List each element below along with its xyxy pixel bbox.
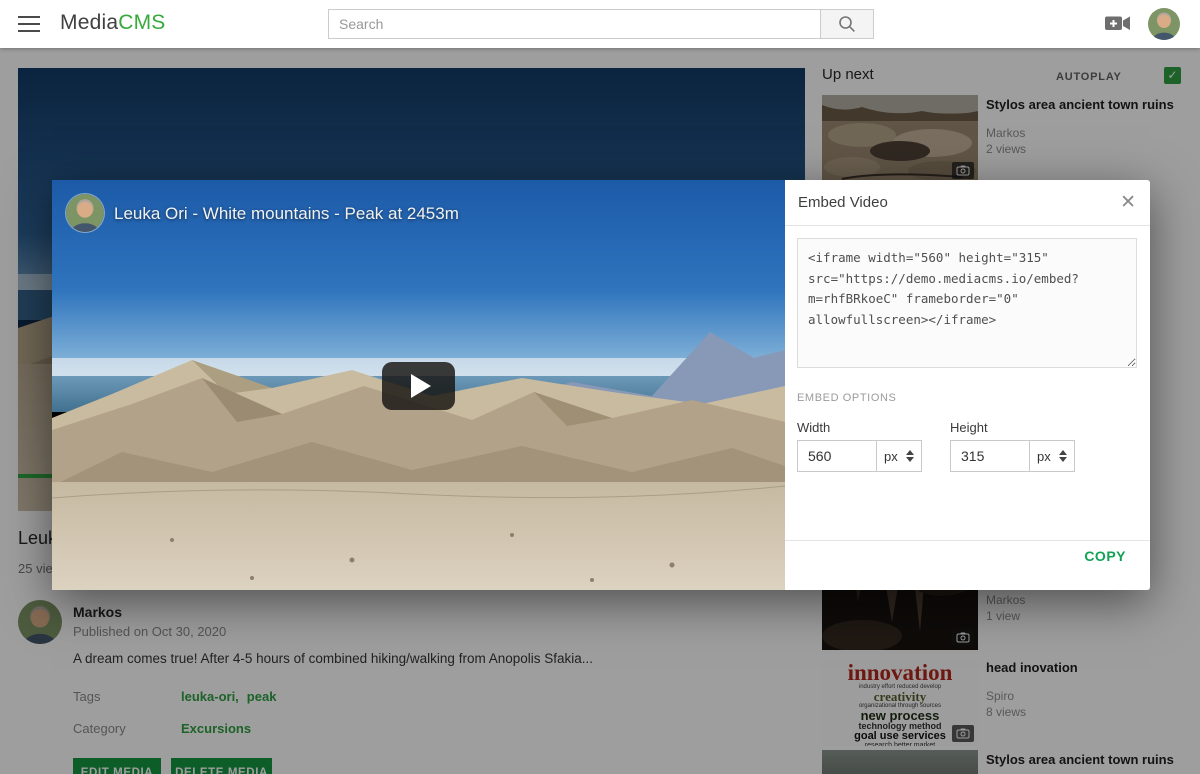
menu-icon[interactable] xyxy=(18,16,40,32)
divider xyxy=(785,225,1150,226)
height-label: Height xyxy=(950,420,988,435)
width-input[interactable] xyxy=(797,440,876,472)
video-camera-plus-icon xyxy=(1105,14,1131,33)
embed-dialog: Embed Video ✕ <iframe width="560" height… xyxy=(785,180,1150,590)
upload-media-button[interactable] xyxy=(1105,14,1131,33)
divider xyxy=(785,540,1150,541)
dialog-title: Embed Video xyxy=(798,194,888,211)
search-icon xyxy=(838,15,856,33)
height-input[interactable] xyxy=(950,440,1029,472)
user-avatar[interactable] xyxy=(1148,8,1180,40)
spinner-icon xyxy=(1059,450,1067,462)
embed-code-textarea[interactable]: <iframe width="560" height="315" src="ht… xyxy=(797,238,1137,368)
app-header: MediaCMS xyxy=(0,0,1200,48)
unit-label: px xyxy=(884,449,898,464)
copy-button[interactable]: COPY xyxy=(1084,548,1126,564)
close-icon[interactable]: ✕ xyxy=(1120,191,1136,214)
preview-video-title[interactable]: Leuka Ori - White mountains - Peak at 24… xyxy=(114,204,459,224)
page: Leuka Ori - White mountains - Peak at 24… xyxy=(0,0,1200,774)
search-input[interactable] xyxy=(328,9,820,39)
play-icon xyxy=(411,374,431,398)
search-button[interactable] xyxy=(820,9,874,39)
embed-options-label: EMBED OPTIONS xyxy=(797,392,896,404)
embed-video-modal: Leuka Ori - White mountains - Peak at 24… xyxy=(52,180,1150,590)
preview-author-avatar[interactable] xyxy=(66,194,104,232)
embed-preview-player[interactable]: Leuka Ori - White mountains - Peak at 24… xyxy=(52,180,785,590)
width-unit-select[interactable]: px xyxy=(876,440,922,472)
width-label: Width xyxy=(797,420,830,435)
height-unit-select[interactable]: px xyxy=(1029,440,1075,472)
unit-label: px xyxy=(1037,449,1051,464)
spinner-icon xyxy=(906,450,914,462)
preview-play-button[interactable] xyxy=(382,362,455,410)
app-logo[interactable]: MediaCMS xyxy=(60,11,165,35)
